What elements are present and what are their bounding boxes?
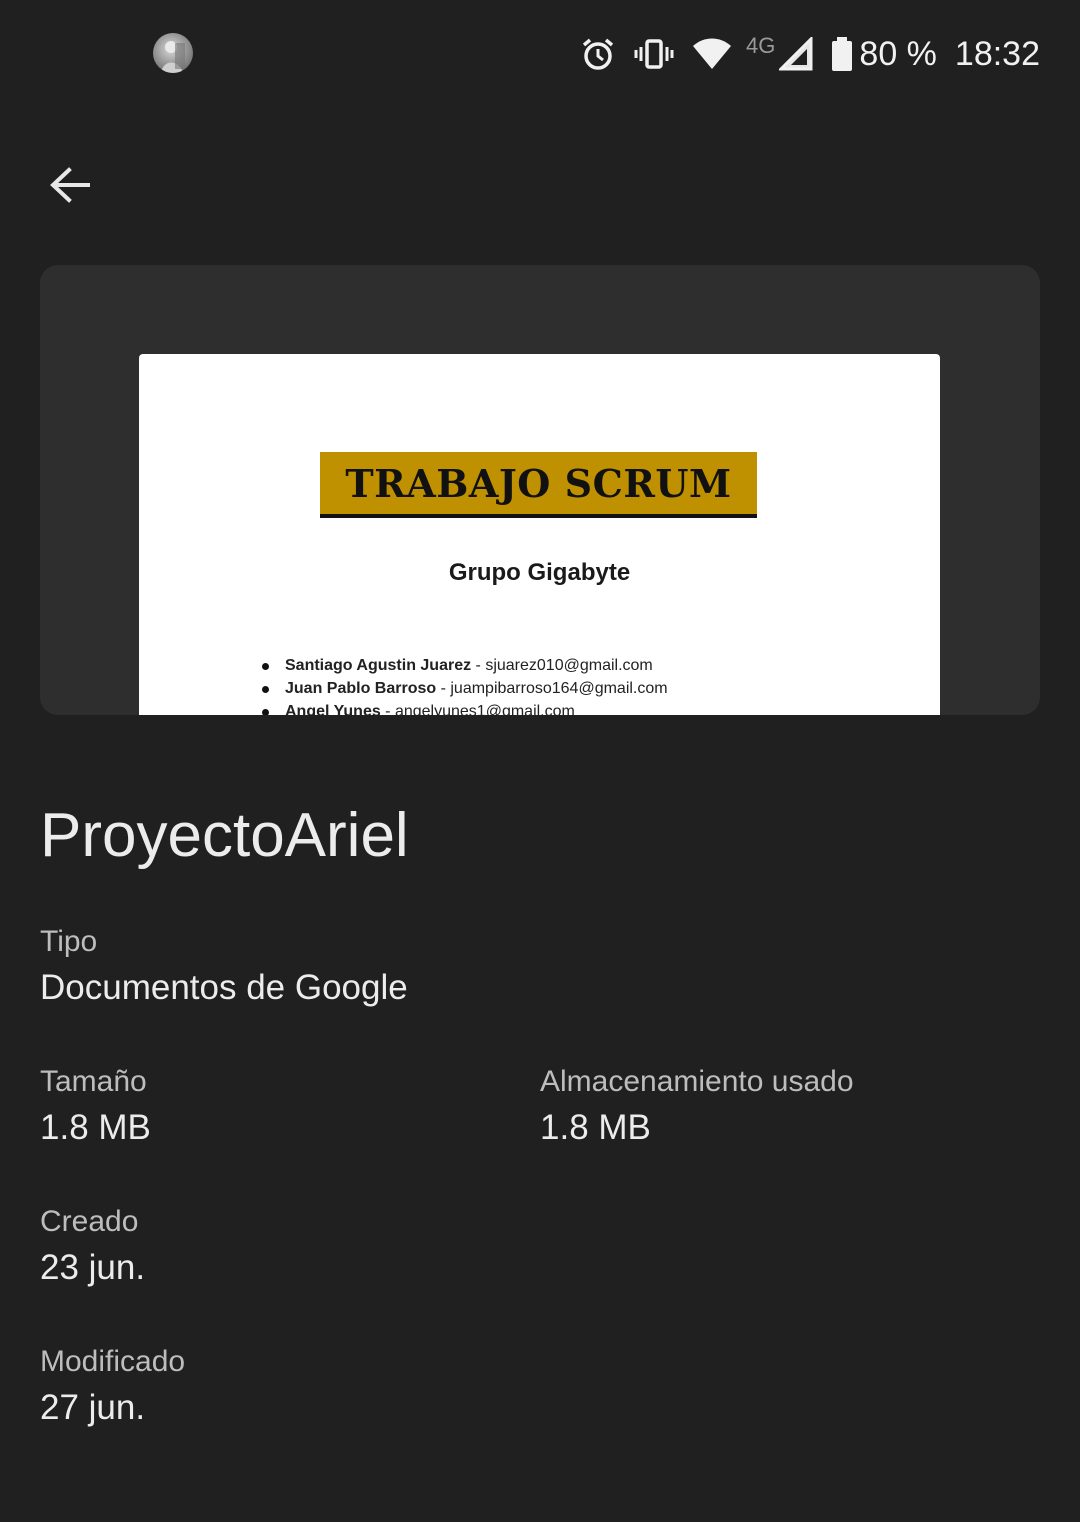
doc-title: TRABAJO SCRUM <box>345 460 732 506</box>
document-thumbnail: TRABAJO SCRUM Grupo Gigabyte Santiago Ag… <box>139 354 940 715</box>
back-button[interactable] <box>44 160 96 212</box>
bullet-icon <box>262 709 269 715</box>
network-type: 4G <box>746 33 776 58</box>
size-label: Tamaño <box>40 1065 147 1098</box>
doc-subtitle: Grupo Gigabyte <box>448 559 631 586</box>
member-email: - angelyunes1@gmail.com <box>380 703 575 715</box>
status-icons: 4G 80 % 18:32 <box>562 30 1040 78</box>
avatar-icon <box>153 33 193 73</box>
size-value: 1.8 MB <box>40 1108 151 1147</box>
member-email: - sjuarez010@gmail.com <box>471 657 653 674</box>
member-name: Juan Pablo Barroso <box>285 680 437 697</box>
member-name: Santiago Agustin Juarez <box>285 657 472 674</box>
bullet-icon <box>262 686 269 693</box>
status-bar: 4G 80 % 18:32 <box>0 0 1080 110</box>
alarm-icon <box>580 36 616 72</box>
list-item: Santiago Agustin Juarez - sjuarez010@gma… <box>259 654 668 677</box>
doc-title-banner: TRABAJO SCRUM <box>320 452 757 518</box>
created-label: Creado <box>40 1205 139 1238</box>
member-name: Angel Yunes <box>285 703 381 715</box>
type-value: Documentos de Google <box>40 968 408 1007</box>
member-email: - juampibarroso164@gmail.com <box>436 680 668 697</box>
battery-level: 80 % <box>859 34 937 73</box>
modified-value: 27 jun. <box>40 1388 146 1427</box>
storage-label: Almacenamiento usado <box>540 1065 854 1098</box>
created-value: 23 jun. <box>40 1248 146 1287</box>
list-item: Juan Pablo Barroso - juampibarroso164@gm… <box>259 677 668 700</box>
type-label: Tipo <box>40 925 98 958</box>
wifi-icon <box>692 37 732 71</box>
list-item: Angel Yunes - angelyunes1@gmail.com <box>259 700 668 715</box>
signal-icon <box>779 37 813 71</box>
file-name: ProyectoAriel <box>40 801 409 870</box>
modified-label: Modificado <box>40 1345 186 1378</box>
file-preview[interactable]: TRABAJO SCRUM Grupo Gigabyte Santiago Ag… <box>40 265 1040 715</box>
clock: 18:32 <box>954 34 1040 73</box>
member-list: Santiago Agustin Juarez - sjuarez010@gma… <box>259 654 668 715</box>
arrow-left-icon <box>50 167 90 203</box>
vibrate-icon <box>634 36 674 72</box>
storage-value: 1.8 MB <box>540 1108 651 1147</box>
battery-icon <box>831 36 853 72</box>
bullet-icon <box>262 663 269 670</box>
